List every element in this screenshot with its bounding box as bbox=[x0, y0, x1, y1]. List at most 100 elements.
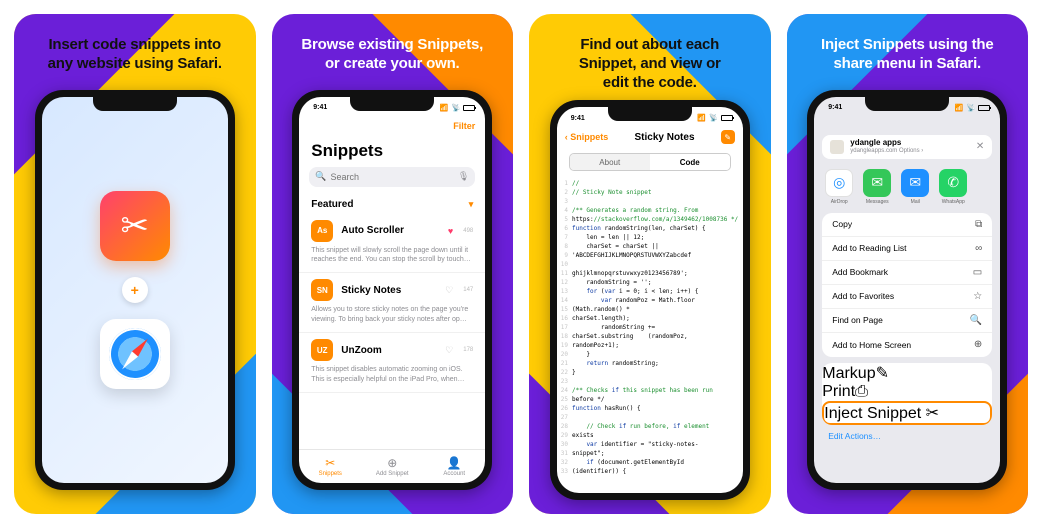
share-app-mail[interactable]: ✉Mail bbox=[900, 169, 930, 205]
wifi-icon: 📡 bbox=[709, 114, 718, 122]
appstore-screenshot-2: Browse existing Snippets, or create your… bbox=[272, 14, 514, 514]
close-icon[interactable]: ✕ bbox=[976, 141, 984, 152]
status-time: 9:41 bbox=[824, 104, 842, 111]
share-actions-list-2: Markup✎Print⎙ Inject Snippet ✂ bbox=[822, 363, 992, 425]
share-action[interactable]: Print⎙ bbox=[822, 383, 992, 401]
section-header: Featured ▾ bbox=[299, 195, 485, 214]
mic-icon[interactable]: 🎙 bbox=[458, 171, 469, 182]
segment-about[interactable]: About bbox=[570, 154, 650, 170]
share-app-messages[interactable]: ✉Messages bbox=[862, 169, 892, 205]
search-icon: 🔍 bbox=[315, 171, 326, 182]
airdrop-icon: ◎ bbox=[825, 169, 853, 197]
notch bbox=[608, 107, 692, 121]
tab-bar: ✂Snippets ⊕Add Snippet 👤Account bbox=[299, 449, 485, 483]
action-glyph-icon: ⧉ bbox=[975, 219, 982, 230]
notch bbox=[93, 97, 177, 111]
action-glyph-icon: ✎ bbox=[876, 365, 889, 382]
site-title: ydangle apps bbox=[850, 139, 970, 148]
action-glyph-icon: 🔍 bbox=[970, 315, 982, 326]
scissors-app-icon: ✂ bbox=[100, 191, 170, 261]
share-action[interactable]: Add to Reading List∞ bbox=[822, 237, 992, 261]
like-count: 147 bbox=[463, 287, 473, 293]
search-field[interactable]: 🔍 🎙 bbox=[309, 167, 475, 187]
share-action[interactable]: Markup✎ bbox=[822, 363, 992, 383]
heart-icon[interactable]: ♥ bbox=[448, 226, 453, 236]
person-icon: 👤 bbox=[447, 456, 462, 470]
device-frame: 9:41 📶📡 Filter Snippets 🔍 🎙 Featured ▾ A… bbox=[292, 90, 492, 490]
snippet-desc: This snippet will slowly scroll the page… bbox=[311, 242, 473, 265]
action-glyph-icon: ⊕ bbox=[974, 339, 982, 350]
action-glyph-icon: ⎙ bbox=[855, 383, 868, 400]
share-app-airdrop[interactable]: ◎AirDrop bbox=[824, 169, 854, 205]
battery-icon bbox=[978, 105, 990, 111]
share-url-card: ydangle apps ydangleapps.com Options › ✕ bbox=[822, 135, 992, 159]
device-frame: 9:41 📶📡 ydangle apps ydangleapps.com Opt… bbox=[807, 90, 1007, 490]
plus-circle-icon: ⊕ bbox=[387, 456, 397, 470]
featured-icon: ▾ bbox=[469, 199, 474, 210]
notch bbox=[350, 97, 434, 111]
share-apps-row[interactable]: ◎AirDrop ✉Messages ✉Mail ✆WhatsApp bbox=[814, 165, 1000, 213]
search-input[interactable] bbox=[330, 172, 453, 182]
share-action[interactable]: Add to Favorites☆ bbox=[822, 285, 992, 309]
segment-code[interactable]: Code bbox=[650, 154, 730, 170]
snippet-desc: This snippet disables automatic zooming … bbox=[311, 361, 473, 384]
snippet-desc: Allows you to store sticky notes on the … bbox=[311, 301, 473, 324]
edit-actions-link[interactable]: Edit Actions… bbox=[814, 425, 1000, 447]
snippet-row[interactable]: As Auto Scroller ♥ 498 This snippet will … bbox=[299, 214, 485, 274]
headline: Find out about each Snippet, and view or… bbox=[561, 14, 739, 106]
action-glyph-icon: ▭ bbox=[973, 267, 982, 278]
code-view[interactable]: 1 2 3 4 5 6 7 8 9 10 11 12 13 14 15 16 1… bbox=[557, 177, 743, 493]
snippet-badge: As bbox=[311, 220, 333, 242]
tab-add-snippet[interactable]: ⊕Add Snippet bbox=[361, 450, 423, 483]
share-actions-list: Copy⧉Add to Reading List∞Add Bookmark▭Ad… bbox=[822, 213, 992, 357]
messages-icon: ✉ bbox=[863, 169, 891, 197]
page-title: Snippets bbox=[299, 137, 485, 167]
favicon bbox=[830, 140, 844, 154]
edit-button[interactable]: ✎ bbox=[721, 130, 735, 144]
mail-icon: ✉ bbox=[901, 169, 929, 197]
snippet-badge: SN bbox=[311, 279, 333, 301]
plus-icon: + bbox=[122, 277, 148, 303]
whatsapp-icon: ✆ bbox=[939, 169, 967, 197]
like-count: 498 bbox=[463, 228, 473, 234]
status-time: 9:41 bbox=[567, 115, 585, 122]
signal-icon: 📶 bbox=[955, 104, 964, 112]
share-app-whatsapp[interactable]: ✆WhatsApp bbox=[938, 169, 968, 205]
battery-icon bbox=[721, 115, 733, 121]
segmented-control[interactable]: About Code bbox=[569, 153, 731, 171]
battery-icon bbox=[463, 105, 475, 111]
share-action[interactable]: Copy⧉ bbox=[822, 213, 992, 237]
share-action[interactable]: Add to Home Screen⊕ bbox=[822, 333, 992, 357]
tab-snippets[interactable]: ✂Snippets bbox=[299, 450, 361, 483]
tab-account[interactable]: 👤Account bbox=[423, 450, 485, 483]
headline: Insert code snippets into any website us… bbox=[30, 14, 240, 88]
status-time: 9:41 bbox=[309, 104, 327, 111]
action-glyph-icon: ∞ bbox=[975, 243, 982, 254]
snippet-name: Sticky Notes bbox=[341, 285, 437, 296]
snippet-row[interactable]: SN Sticky Notes ♡ 147 Allows you to store… bbox=[299, 273, 485, 333]
snippet-name: UnZoom bbox=[341, 345, 437, 356]
headline: Inject Snippets using the share menu in … bbox=[803, 14, 1012, 88]
wifi-icon: 📡 bbox=[967, 104, 976, 112]
device-frame: ✂ + bbox=[35, 90, 235, 490]
appstore-screenshot-3: Find out about each Snippet, and view or… bbox=[529, 14, 771, 514]
safari-app-icon bbox=[100, 319, 170, 389]
filter-link[interactable]: Filter bbox=[453, 121, 475, 131]
back-button[interactable]: ‹ Snippets bbox=[565, 132, 609, 142]
heart-icon[interactable]: ♡ bbox=[445, 345, 453, 356]
appstore-screenshot-4: Inject Snippets using the share menu in … bbox=[787, 14, 1029, 514]
signal-icon: 📶 bbox=[697, 114, 706, 122]
snippet-badge: UZ bbox=[311, 339, 333, 361]
inject-snippet-action[interactable]: Inject Snippet ✂ bbox=[822, 401, 992, 425]
share-action[interactable]: Add Bookmark▭ bbox=[822, 261, 992, 285]
headline: Browse existing Snippets, or create your… bbox=[283, 14, 501, 88]
heart-icon[interactable]: ♡ bbox=[445, 285, 453, 296]
site-subtitle[interactable]: ydangleapps.com Options › bbox=[850, 148, 970, 155]
snippet-row[interactable]: UZ UnZoom ♡178 This snippet disables aut… bbox=[299, 333, 485, 393]
signal-icon: 📶 bbox=[440, 104, 449, 112]
device-frame: 9:41 📶📡 ‹ Snippets Sticky Notes ✎ About … bbox=[550, 100, 750, 500]
share-action[interactable]: Find on Page🔍 bbox=[822, 309, 992, 333]
snippet-name: Auto Scroller bbox=[341, 225, 440, 236]
wifi-icon: 📡 bbox=[452, 104, 461, 112]
scissors-icon: ✂ bbox=[926, 405, 939, 422]
